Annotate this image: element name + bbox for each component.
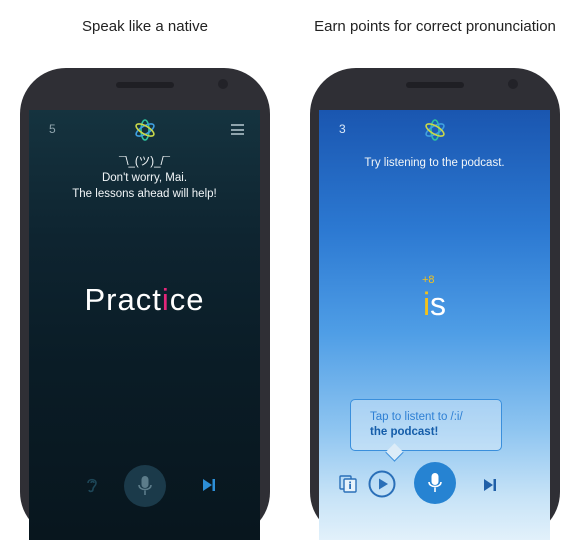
skip-forward-icon[interactable] [202,478,216,492]
microphone-icon [138,476,152,495]
phone-camera [218,79,228,89]
logo-icon [135,119,155,141]
left-panel: Speak like a native 5 ¯\_(ツ)_/¯ Don't wo… [0,0,290,540]
menu-icon[interactable] [231,124,244,135]
lesson-counter: 5 [49,122,56,136]
practice-word: is [319,286,550,323]
phone-speaker [116,82,174,88]
left-caption: Speak like a native [82,18,208,35]
word-part-after: ce [169,282,205,317]
pronunciation-screen: 3 Try listening to the podcast. +8 is Ta… [319,110,550,540]
tooltip-line2: the podcast! [370,426,439,438]
record-button[interactable] [414,462,456,504]
card-info-icon[interactable] [339,475,357,493]
ear-icon[interactable] [85,476,99,494]
lesson-counter: 3 [339,122,346,136]
right-caption: Earn points for correct pronunciation [314,18,556,35]
record-button[interactable] [124,465,166,507]
right-panel: Earn points for correct pronunciation 3 … [290,0,580,540]
practice-word: Practice [29,282,260,318]
shrug-emoticon: ¯\_(ツ)_/¯ [118,156,171,168]
phone-frame: 5 ¯\_(ツ)_/¯ Don't worry, Mai. The lesson… [20,68,270,540]
encouragement-line1: Don't worry, Mai. [101,172,188,184]
encouragement-line2: The lessons ahead will help! [72,188,217,200]
word-highlight: i [422,286,431,322]
phone-camera [508,79,518,89]
skip-forward-icon[interactable] [483,478,497,492]
word-part-after: s [430,286,447,322]
word-part-before: Pract [84,282,162,317]
practice-screen: 5 ¯\_(ツ)_/¯ Don't worry, Mai. The lesson… [29,110,260,540]
phone-speaker [406,82,464,88]
logo-icon [425,119,445,141]
word-highlight: i [161,282,170,317]
tooltip-tail [385,443,404,462]
microphone-icon [428,473,442,492]
podcast-tooltip[interactable]: Tap to listent to /:i/ the podcast! [350,399,502,462]
points-earned: +8 [422,274,435,286]
phone-frame: 3 Try listening to the podcast. +8 is Ta… [310,68,560,540]
hint-message: Try listening to the podcast. [364,157,505,169]
play-icon[interactable] [368,470,396,498]
tooltip-line1: Tap to listent to /:i/ [370,411,463,423]
